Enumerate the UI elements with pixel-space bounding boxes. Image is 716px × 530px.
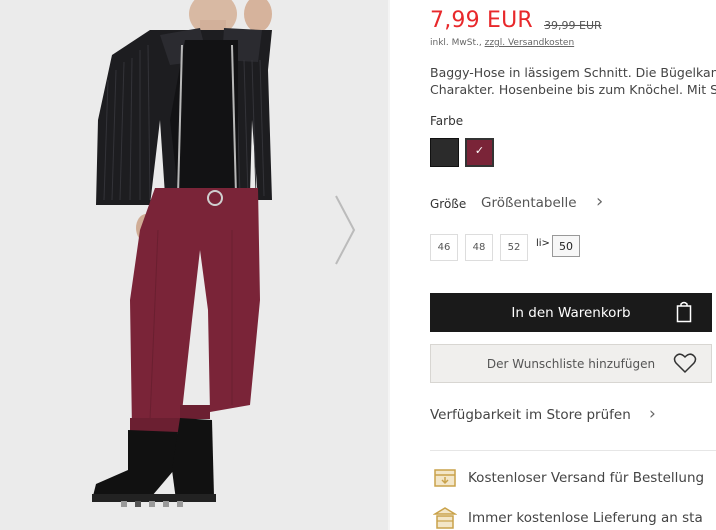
price: 7,99 EUR [430,8,533,33]
chevron-right-icon[interactable]: › [596,191,603,212]
tax-info: inkl. MwSt., zzgl. Versandkosten [430,38,574,48]
gallery-dot[interactable] [149,501,155,507]
tax-prefix: inkl. MwSt., [430,38,485,48]
divider [388,0,390,530]
color-swatch-bordeaux[interactable]: ✓ [465,138,494,167]
add-to-cart-button[interactable]: In den Warenkorb [430,293,712,332]
chevron-right-icon: › [649,404,656,424]
store-availability-label: Verfügbarkeit im Store prüfen [430,407,631,423]
size-option[interactable]: 52 [500,234,528,261]
size-label: Größe [430,197,467,211]
description-line: Charakter. Hosenbeine bis zum Knöchel. M… [430,82,716,97]
check-icon: ✓ [474,144,485,157]
size-option-selected[interactable]: 50 [552,235,580,257]
wishlist-label: Der Wunschliste hinzufügen [486,356,656,371]
add-to-cart-label: In den Warenkorb [511,304,631,321]
heart-icon [673,353,697,374]
store-icon [433,507,457,529]
broken-icon-text: li> [536,238,550,249]
free-shipping-text: Kostenloser Versand für Bestellung [468,470,705,486]
gallery-dot-active[interactable] [135,501,141,507]
next-image-button[interactable] [330,190,360,270]
description-line: Baggy-Hose in lässigem Schnitt. Die Büge… [430,65,716,80]
color-label: Farbe [430,114,464,128]
store-availability-link[interactable]: Verfügbarkeit im Store prüfen › [430,404,656,424]
gallery-dot[interactable] [121,501,127,507]
shipping-costs-link[interactable]: zzgl. Versandkosten [485,38,575,48]
add-to-wishlist-button[interactable]: Der Wunschliste hinzufügen [430,344,712,383]
gallery-dot[interactable] [177,501,183,507]
color-swatch-black[interactable] [430,138,459,167]
chevron-right-icon [335,195,356,265]
product-image[interactable] [0,0,388,530]
gallery-dot[interactable] [163,501,169,507]
shipping-box-icon [434,469,456,487]
free-store-delivery-text: Immer kostenlose Lieferung an sta [468,510,703,526]
old-price: 39,99 EUR [544,19,602,32]
size-option[interactable]: 46 [430,234,458,261]
gallery-dots [121,501,183,507]
product-description: Baggy-Hose in lässigem Schnitt. Die Büge… [430,64,716,98]
section-divider [430,450,716,451]
size-option[interactable]: 48 [465,234,493,261]
shopping-bag-icon [676,301,692,323]
size-chart-link[interactable]: Größentabelle [481,195,577,211]
